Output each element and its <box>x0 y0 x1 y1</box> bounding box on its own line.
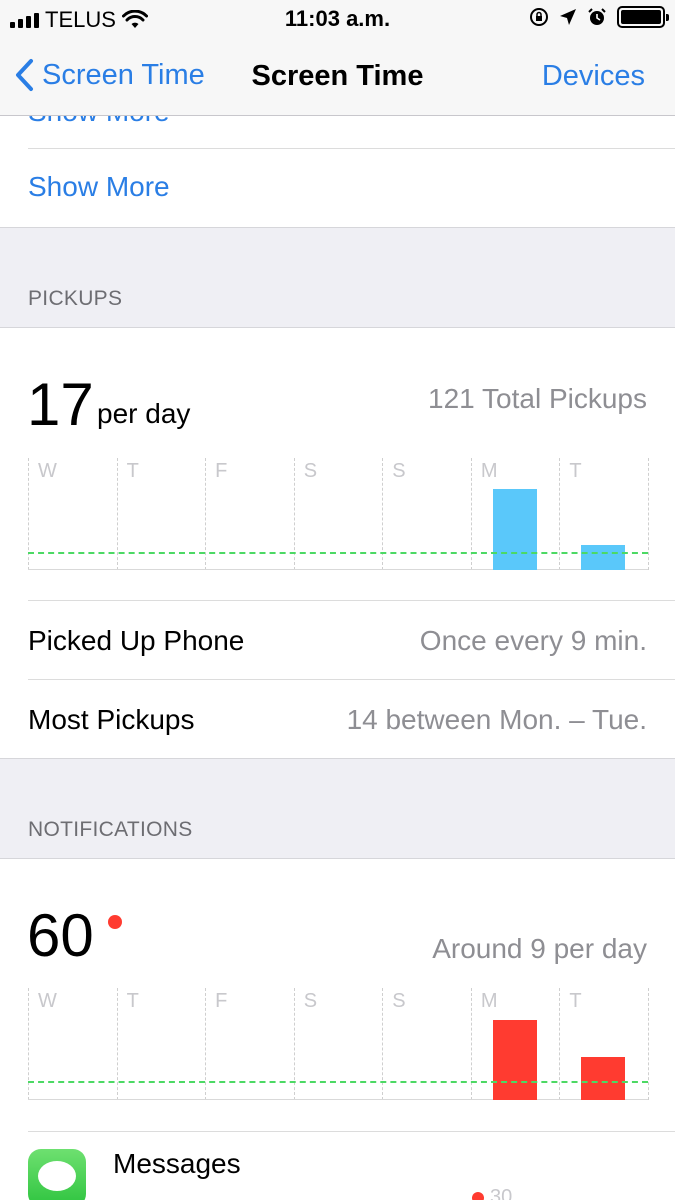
pickups-chart-day-label: T <box>126 460 139 482</box>
most-pickups-row: Most Pickups 14 between Mon. – Tue. <box>28 679 675 758</box>
notifications-chart-gridline <box>470 988 472 1100</box>
rotation-lock-icon <box>530 8 548 26</box>
pickups-chart-gridline <box>648 458 649 570</box>
picked-up-phone-row: Picked Up Phone Once every 9 min. <box>28 600 675 679</box>
show-more-row-partial[interactable]: Show More <box>0 116 675 148</box>
battery-icon <box>617 6 669 28</box>
pickups-chart-day-label: S <box>303 460 318 482</box>
app-notification-count-value: 30 <box>490 1186 513 1200</box>
picked-up-phone-value: Once every 9 min. <box>419 625 647 656</box>
notifications-chart-day-label: S <box>392 990 406 1012</box>
app-notification-count: 30 <box>472 1186 512 1200</box>
status-bar: TELUS 11:03 a.m. <box>0 0 675 40</box>
notifications-chart-gridline <box>28 988 29 1100</box>
notifications-count: 60 <box>27 902 94 969</box>
app-row-messages[interactable]: Messages 30 <box>28 1131 675 1200</box>
notifications-chart-gridline <box>559 988 561 1100</box>
pickups-chart-average-line <box>28 552 648 554</box>
app-name: Messages <box>113 1148 241 1179</box>
notifications-chart-day-label: T <box>126 990 139 1012</box>
notifications-section-title: NOTIFICATIONS <box>28 818 193 841</box>
show-more-link[interactable]: Show More <box>28 171 170 203</box>
notifications-chart-day-label: W <box>38 990 57 1012</box>
pickups-per-day-unit: per day <box>97 398 191 429</box>
notifications-chart: WTFSSMT <box>28 988 649 1100</box>
alarm-icon <box>588 8 606 25</box>
notifications-chart-gridline <box>293 988 295 1100</box>
pickups-chart-day-label: T <box>569 460 582 482</box>
notifications-chart-average-line <box>28 1081 648 1083</box>
page-title-text: Screen Time <box>251 60 424 92</box>
notifications-chart-gridline <box>116 988 118 1100</box>
picked-up-phone-label: Picked Up Phone <box>28 625 245 656</box>
pickups-chart-bar <box>492 489 537 570</box>
notifications-chart-gridline <box>648 988 649 1100</box>
notification-dot-icon <box>108 915 122 929</box>
show-more-link-partial[interactable]: Show More <box>28 116 170 128</box>
pickups-section-title: PICKUPS <box>28 287 123 310</box>
notifications-section-header: NOTIFICATIONS <box>0 758 675 859</box>
pickups-chart-day-label: S <box>392 460 406 482</box>
navigation-bar: Screen Time Screen Time Devices <box>0 40 675 116</box>
pickups-section-header: PICKUPS <box>0 227 675 328</box>
pickups-chart-day-label: W <box>38 460 57 482</box>
notifications-chart-day-label: S <box>303 990 318 1012</box>
pickups-total: 121 Total Pickups <box>428 383 647 414</box>
most-pickups-label: Most Pickups <box>28 704 195 735</box>
notifications-chart-gridline <box>382 988 384 1100</box>
pickups-chart: WTFSSMT <box>28 458 649 570</box>
status-icons <box>529 6 669 28</box>
pickups-chart-baseline <box>28 569 648 570</box>
pickups-chart-bar <box>581 545 626 570</box>
notifications-chart-bar <box>581 1057 626 1100</box>
notifications-chart-gridline <box>205 988 207 1100</box>
devices-button[interactable]: Devices <box>542 60 645 93</box>
notifications-chart-baseline <box>28 1099 648 1100</box>
pickups-per-day-value: 17 <box>27 371 94 438</box>
pickups-card[interactable]: 17 per day 121 Total Pickups W T F S S M T <box>0 328 675 600</box>
notifications-summary: Around 9 per day <box>432 933 647 964</box>
pickups-chart-day-label: F <box>215 460 228 482</box>
notifications-chart-day-label: M <box>480 990 498 1012</box>
pickups-chart-day-label: M <box>480 460 498 482</box>
scroll-content[interactable]: Show More Show More PICKUPS 17 per day 1… <box>0 116 675 1200</box>
show-more-row[interactable]: Show More <box>28 148 675 227</box>
notifications-chart-bar <box>492 1020 537 1100</box>
notifications-chart-day-label: T <box>569 990 582 1012</box>
notifications-card[interactable]: 60 Around 9 per day W T F S S M T <box>0 859 675 1131</box>
location-icon <box>560 9 576 25</box>
messages-icon <box>28 1149 86 1200</box>
most-pickups-value: 14 between Mon. – Tue. <box>346 704 647 735</box>
notification-dot-icon <box>472 1191 484 1200</box>
notifications-chart-day-label: F <box>215 990 228 1012</box>
